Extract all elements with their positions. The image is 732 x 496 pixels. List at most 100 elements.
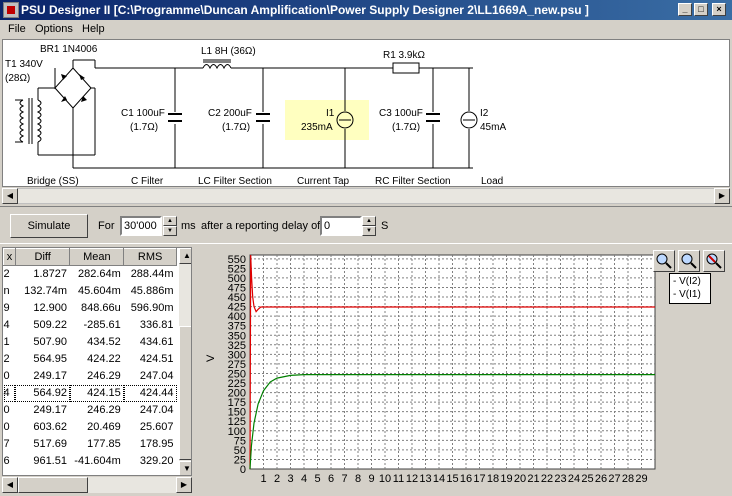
table-cell: 4 [3, 384, 16, 402]
table-row[interactable]: 7 517.69 177.85 178.95 [4, 436, 177, 453]
x-tick-label: 15 [446, 473, 458, 485]
app-window: PSU Designer II [C:\Programme\Duncan Amp… [0, 0, 732, 496]
table-row[interactable]: 0 603.62 20.469 25.607 [4, 419, 177, 436]
schematic-horizontal-scrollbar[interactable]: ◀ ▶ [2, 188, 730, 204]
table-row[interactable]: 2 564.95 424.22 424.51 [4, 351, 177, 368]
x-tick-label: 24 [568, 473, 580, 485]
table-cell: 25.607 [139, 421, 174, 433]
col-header-x[interactable]: x [3, 248, 16, 266]
x-tick-label: 29 [635, 473, 647, 485]
x-tick-label: 2 [274, 473, 280, 485]
x-tick-label: 10 [379, 473, 391, 485]
delay-input[interactable] [320, 216, 362, 236]
app-icon[interactable] [3, 2, 19, 18]
minimize-button[interactable]: _ [678, 3, 692, 16]
i2-value: 45mA [480, 122, 506, 133]
col-header-rms[interactable]: RMS [123, 248, 177, 266]
x-tick-label: 3 [287, 473, 293, 485]
table-cell: 329.20 [139, 455, 174, 467]
table-cell: 249.17 [33, 370, 67, 382]
menu-file[interactable]: File [8, 23, 26, 35]
delay-spinner[interactable]: ▲ ▼ [362, 216, 376, 236]
scroll-down-button[interactable]: ▼ [179, 461, 191, 475]
scroll-right-button[interactable]: ▶ [714, 188, 730, 204]
scroll-left-button[interactable]: ◀ [2, 188, 18, 204]
table-cell: 0 [3, 421, 10, 433]
menu-options[interactable]: Options [35, 23, 73, 35]
x-tick-label: 28 [622, 473, 634, 485]
resistor-symbol[interactable] [392, 62, 420, 74]
table-scroll-left-button[interactable]: ◀ [2, 477, 18, 493]
table-row[interactable]: 6 961.51 -41.604m 329.20 [4, 453, 177, 470]
table-cell: 20.469 [87, 421, 121, 433]
c2-label: C2 200uF [208, 108, 252, 119]
table-scroll-thumb[interactable] [18, 477, 88, 493]
bridge-rectifier-symbol[interactable] [61, 74, 87, 102]
duration-spinner[interactable]: ▲ ▼ [163, 216, 177, 236]
for-label: For [98, 220, 115, 232]
x-tick-label: 13 [419, 473, 431, 485]
table-cell: 507.90 [33, 336, 67, 348]
section-lc-filter: LC Filter Section [198, 176, 272, 186]
table-cell: 0 [3, 404, 10, 416]
x-tick-label: 1 [260, 473, 266, 485]
table-scroll-right-button[interactable]: ▶ [176, 477, 192, 493]
i1-value: 235mA [301, 122, 333, 133]
table-cell: 424.15 [69, 384, 124, 402]
x-tick-label: 22 [541, 473, 553, 485]
transformer-symbol[interactable] [15, 98, 42, 144]
i1-label: I1 [326, 108, 335, 119]
y-axis-label: V [205, 354, 217, 362]
table-cell: 517.69 [33, 438, 67, 450]
c1-res: (1.7Ω) [130, 122, 158, 133]
close-button[interactable]: × [712, 3, 726, 16]
y-tick-label: 550 [228, 254, 246, 266]
table-cell: 434.52 [87, 336, 121, 348]
x-tick-label: 6 [328, 473, 334, 485]
table-cell: 434.61 [139, 336, 174, 348]
results-table-panel: x Diff Mean RMS 2 1.8727 282.64m 288.44m n 13… [2, 247, 192, 476]
zoom-reset-button[interactable] [703, 250, 725, 272]
col-header-mean[interactable]: Mean [69, 248, 125, 266]
table-row[interactable]: 1 507.90 434.52 434.61 [4, 334, 177, 351]
x-tick-label: 4 [301, 473, 307, 485]
table-row[interactable]: 2 1.8727 282.64m 288.44m [4, 266, 177, 283]
table-cell: 9 [3, 302, 10, 314]
scroll-thumb[interactable] [179, 326, 191, 460]
table-cell: 7 [3, 438, 10, 450]
col-header-diff[interactable]: Diff [14, 248, 71, 266]
simulate-button[interactable]: Simulate [10, 214, 88, 238]
voltage-chart[interactable]: 0255075100125150175200225250275300325350… [194, 247, 730, 494]
s-label: S [381, 220, 389, 232]
schematic-canvas[interactable]: T1 340V (28Ω) BR1 1N4006 Bridge (SS) C1 … [2, 39, 730, 187]
simulation-toolbar: Simulate For ▲▼ ms after a reporting del… [0, 206, 732, 244]
table-row[interactable]: 4 564.92 424.15 424.44 [3, 384, 177, 402]
maximize-button[interactable]: □ [694, 3, 708, 16]
legend-entry-vi1: - V(I1) [673, 289, 701, 300]
table-cell: -41.604m [74, 455, 121, 467]
zoom-out-button[interactable] [678, 250, 700, 272]
table-cell: 45.604m [77, 285, 121, 297]
table-cell: 424.51 [139, 353, 174, 365]
table-cell: 4 [3, 319, 10, 331]
c1-label: C1 100uF [121, 108, 165, 119]
table-row[interactable]: n 132.74m 45.604m 45.886m [4, 283, 177, 300]
table-row[interactable]: 9 12.900 848.66u 596.90m [4, 300, 177, 317]
table-vertical-scrollbar[interactable]: ▲ ▼ [179, 248, 191, 475]
x-tick-label: 16 [460, 473, 472, 485]
table-row[interactable]: 4 509.22 -285.61 336.81 [4, 317, 177, 334]
scroll-up-button[interactable]: ▲ [179, 248, 191, 264]
menu-help[interactable]: Help [82, 23, 105, 35]
section-current-tap: Current Tap [297, 176, 350, 186]
table-row[interactable]: 0 249.17 246.29 247.04 [4, 402, 177, 419]
br1-label: BR1 1N4006 [40, 44, 98, 55]
duration-input[interactable] [120, 216, 162, 236]
zoom-in-button[interactable] [653, 250, 675, 272]
inductor-symbol[interactable] [202, 64, 232, 70]
table-cell: 603.62 [33, 421, 67, 433]
table-row[interactable]: 0 249.17 246.29 247.04 [4, 368, 177, 385]
table-horizontal-scrollbar[interactable]: ◀ ▶ [2, 477, 192, 493]
x-tick-label: 19 [500, 473, 512, 485]
x-tick-label: 27 [608, 473, 620, 485]
x-tick-label: 26 [595, 473, 607, 485]
